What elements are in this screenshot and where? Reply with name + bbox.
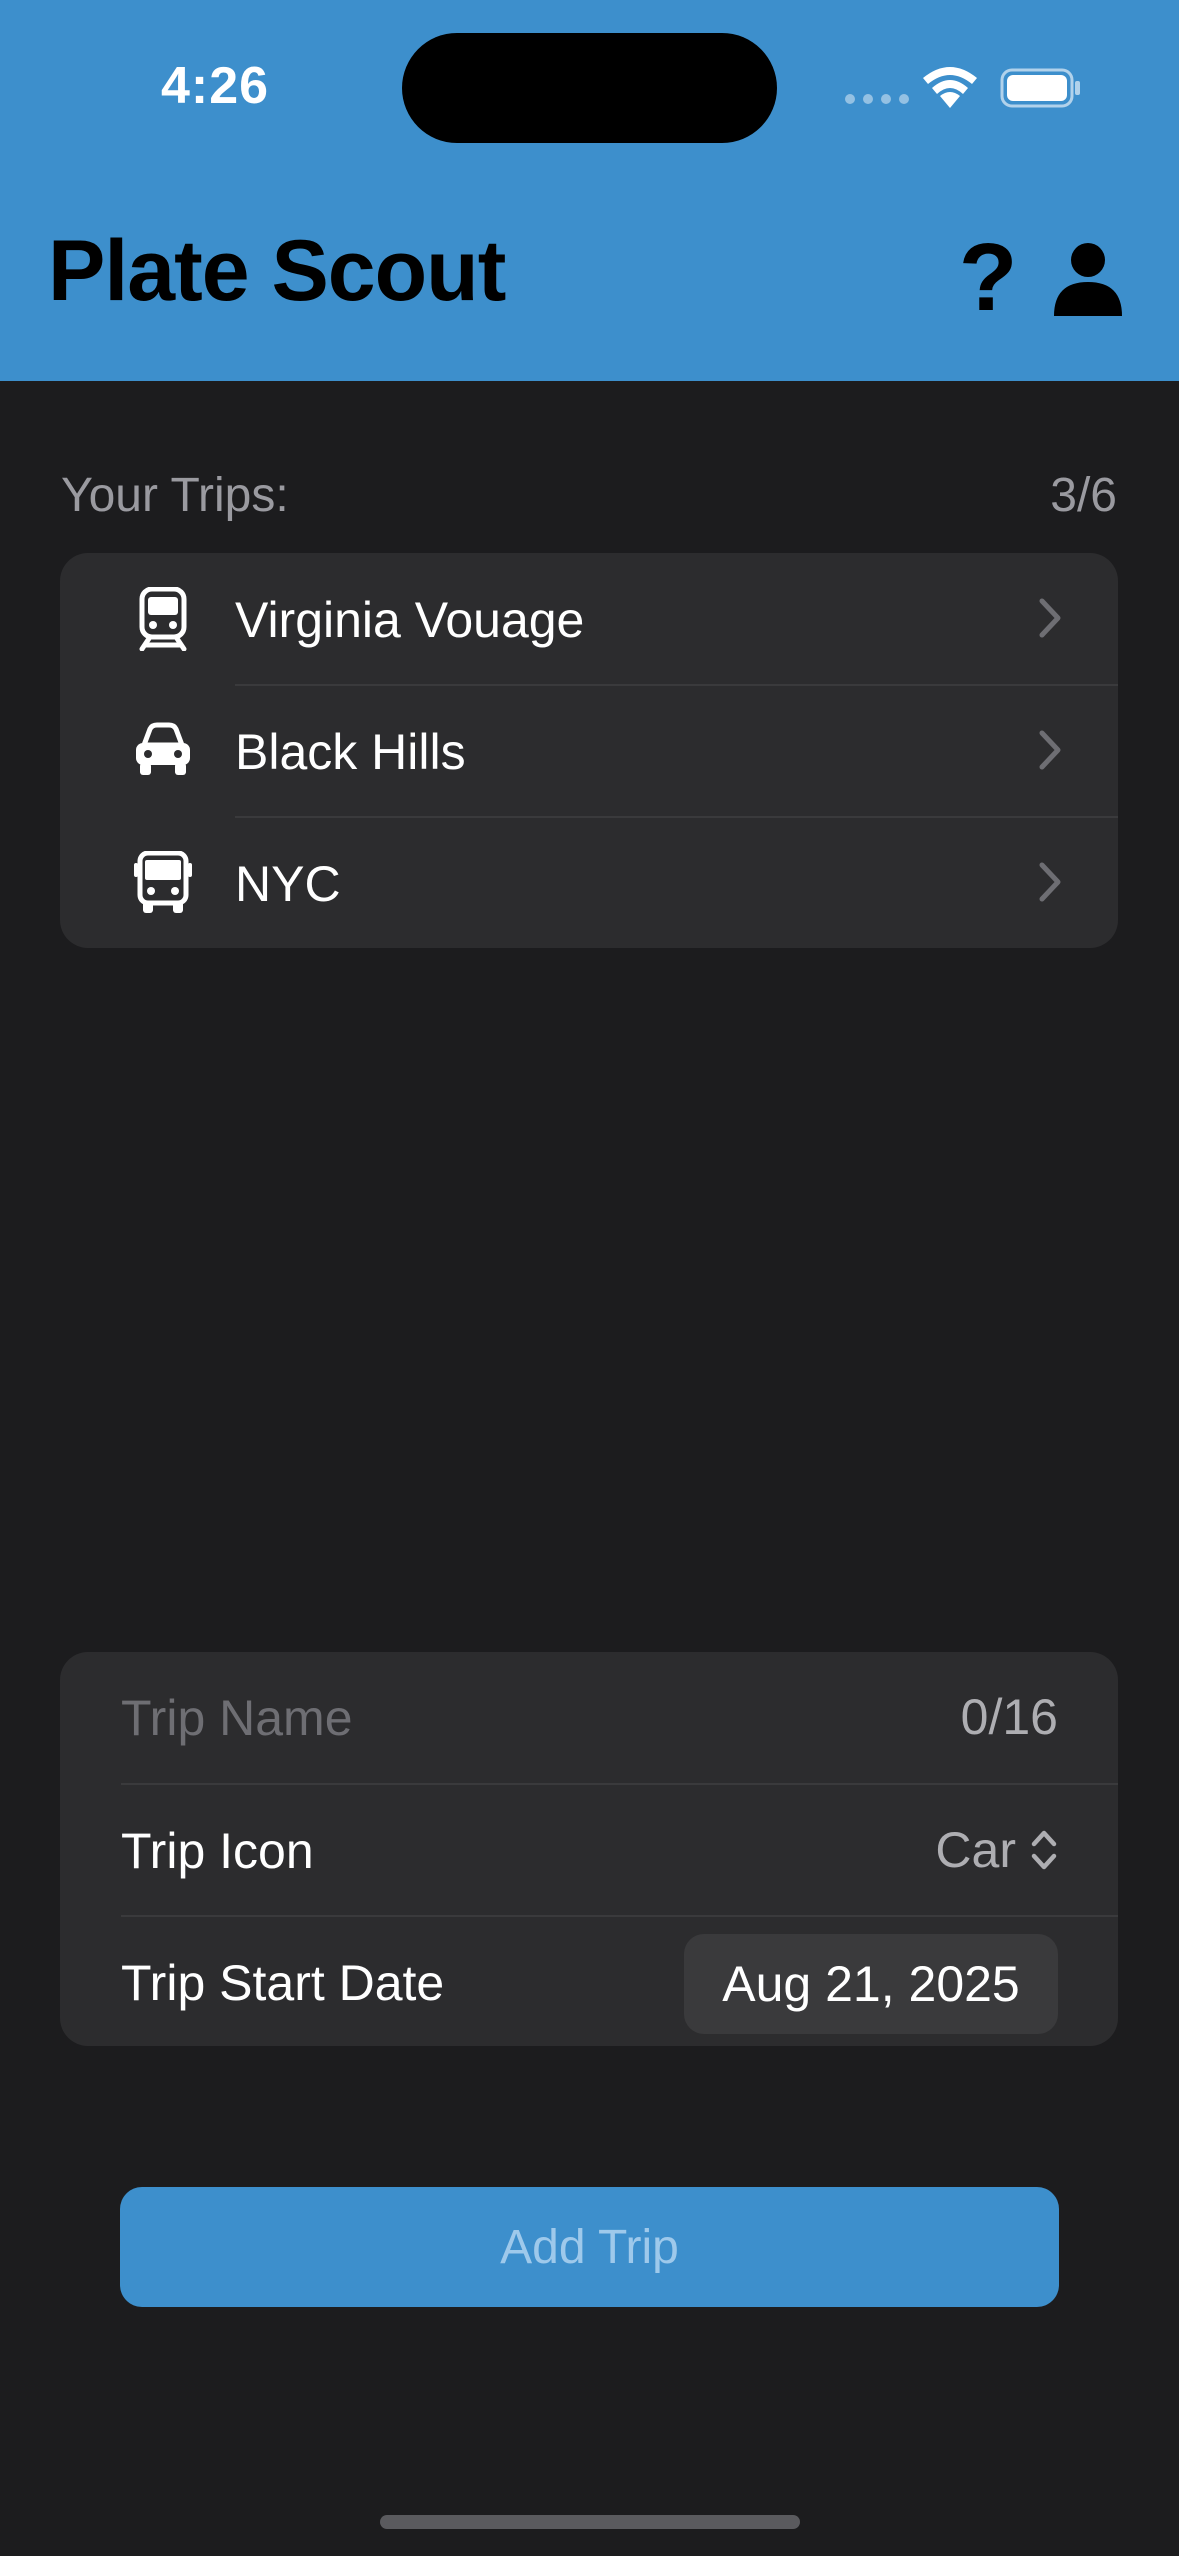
chevron-right-icon	[1039, 862, 1061, 902]
trip-start-date-row: Trip Start Date Aug 21, 2025	[60, 1916, 1118, 2046]
dynamic-island	[402, 33, 777, 143]
trip-list: Virginia Vouage Black Hills NYC	[60, 553, 1118, 948]
chevron-right-icon	[1039, 598, 1061, 638]
trip-name-char-count: 0/16	[960, 1689, 1058, 1745]
add-trip-button[interactable]: Add Trip	[120, 2187, 1059, 2307]
status-time: 4:26	[160, 57, 270, 115]
chevron-right-icon	[1039, 730, 1061, 770]
trip-name: Virginia Vouage	[235, 592, 585, 648]
trip-icon-picker[interactable]: Car	[935, 1814, 1058, 1886]
train-icon	[139, 587, 187, 651]
new-trip-form: 0/16 Trip Icon Car Trip Start Date Aug 2…	[60, 1652, 1118, 2046]
trip-icon-row: Trip Icon Car	[60, 1784, 1118, 1915]
trips-count: 3/6	[1050, 469, 1117, 522]
help-glyph: ?	[960, 238, 1016, 318]
car-icon	[136, 722, 190, 775]
trip-name-input[interactable]	[121, 1680, 881, 1756]
trips-section-label: Your Trips:	[61, 469, 289, 522]
trip-name: Black Hills	[235, 724, 466, 780]
trip-row-virginia-vouage[interactable]: Virginia Vouage	[60, 553, 1118, 684]
trip-start-date-picker[interactable]: Aug 21, 2025	[684, 1934, 1058, 2034]
bus-icon	[134, 851, 192, 913]
home-indicator[interactable]	[380, 2515, 800, 2529]
cellular-signal-icon	[845, 94, 909, 104]
wifi-icon	[923, 67, 977, 108]
app-header: 4:26 Plate Scout ?	[0, 0, 1179, 381]
app-title: Plate Scout	[48, 223, 506, 319]
person-icon	[1054, 243, 1122, 316]
trip-name: NYC	[235, 856, 341, 912]
trip-row-nyc[interactable]: NYC	[60, 817, 1118, 948]
trip-start-date-label: Trip Start Date	[121, 1955, 445, 2011]
help-button[interactable]: ?	[958, 236, 1018, 320]
question-mark-icon: ?	[960, 238, 1016, 318]
trip-icon-label: Trip Icon	[121, 1823, 314, 1879]
trip-icon-value: Car	[935, 1822, 1016, 1878]
trip-row-black-hills[interactable]: Black Hills	[60, 685, 1118, 816]
trip-name-row: 0/16	[60, 1652, 1118, 1783]
profile-button[interactable]	[1052, 242, 1124, 316]
chevron-up-down-icon	[1031, 1830, 1057, 1870]
battery-icon	[1000, 68, 1080, 108]
